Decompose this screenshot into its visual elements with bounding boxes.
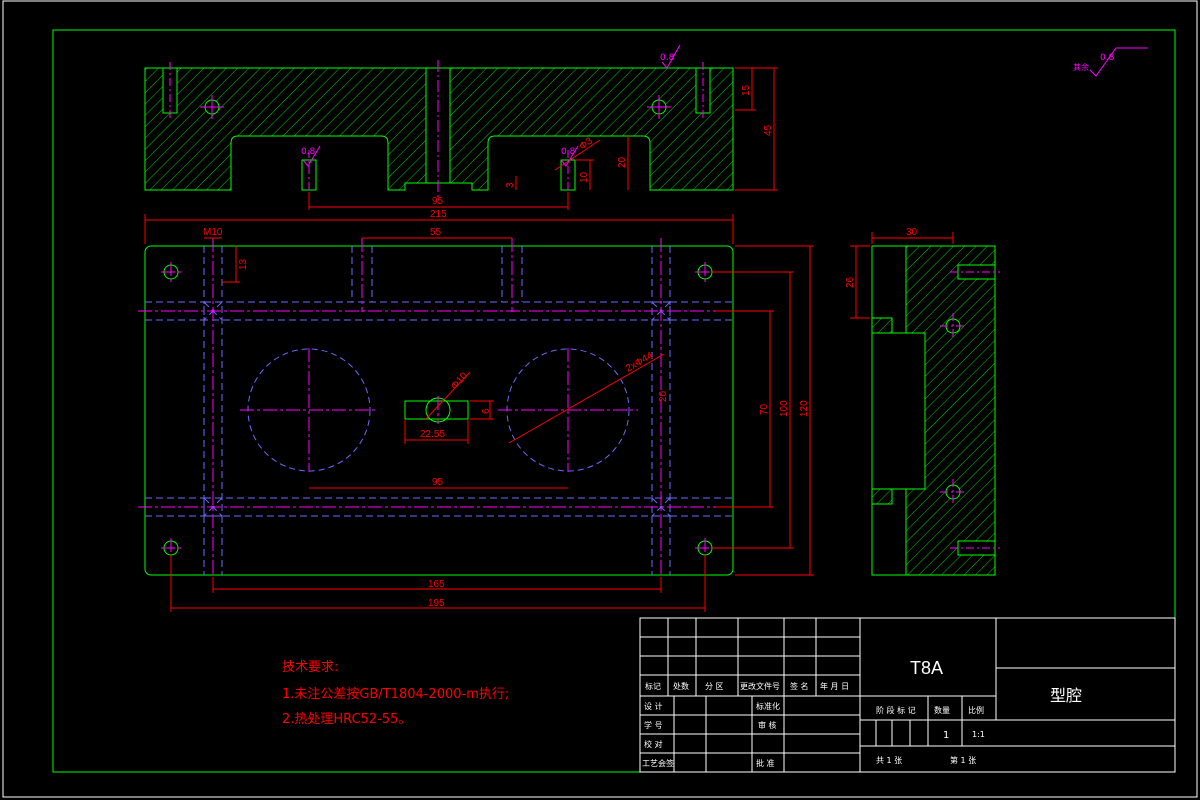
tech-notes-line2: 2.热处理HRC52-55。 — [282, 712, 411, 727]
dim-plan-215: 215 — [430, 209, 447, 220]
dim-front-45: 45 — [763, 124, 774, 136]
title-block-text: 标记 处数 分 区 更改文件号 签 名 年 月 日 设 计 标准化 学 号 审 … — [642, 681, 985, 768]
side-view — [871, 245, 1000, 576]
dim-front-phi3: Φ3 — [577, 135, 595, 152]
dim-plan-100: 100 — [779, 400, 790, 417]
dim-plan-165: 165 — [428, 579, 445, 590]
tb-row-draw: 审 核 — [758, 720, 777, 730]
roughness-hole-right: 0.8 — [561, 147, 576, 157]
roughness-general-value: 0.8 — [1100, 53, 1115, 63]
dim-front-95: 95 — [432, 196, 444, 207]
tb-sheet-total: 共 1 张 — [876, 756, 902, 765]
dim-side-26: 26 — [845, 276, 856, 288]
dim-plan-6: 6 — [481, 408, 492, 414]
technical-requirements: 技术要求: 1.未注公差按GB/T1804-2000-m执行; 2.热处理HRC… — [282, 660, 509, 727]
tb-row-audit: 学 号 — [644, 720, 663, 730]
tech-notes-heading: 技术要求: — [282, 660, 338, 675]
dim-front-3: 3 — [505, 182, 516, 188]
tb-col-mark: 标记 — [645, 681, 661, 691]
tb-stage-label: 阶 段 标 记 — [876, 705, 916, 715]
tb-row-check: 校 对 — [644, 739, 663, 749]
dim-plan-phi10: Φ10 — [449, 370, 470, 392]
tb-col-date: 年 月 日 — [820, 681, 849, 691]
tb-col-count: 处数 — [673, 681, 689, 691]
plan-view — [138, 238, 740, 582]
plan-outline — [144, 245, 734, 576]
cad-drawing-sheet: 95 45 15 20 10 3 Φ3 0.8 0.8 0.8 其余 0.8 2… — [2, 0, 1198, 798]
title-block — [639, 617, 1176, 773]
plan-dimensions — [144, 214, 814, 612]
tb-scale: 1:1 — [972, 730, 985, 739]
tb-row-std: 标准化 — [756, 701, 780, 711]
tech-notes-line1: 1.未注公差按GB/T1804-2000-m执行; — [282, 687, 509, 702]
dim-plan-20: 20 — [658, 390, 669, 402]
dim-plan-13: 13 — [238, 258, 249, 270]
tb-scale-label: 比例 — [968, 705, 984, 715]
roughness-general-prefix: 其余 — [1073, 62, 1089, 72]
tb-row-approve: 批 准 — [756, 758, 775, 768]
dim-plan-2xphi44: 2xΦ44 — [624, 350, 656, 375]
tb-row-process: 工艺会签 — [642, 758, 674, 768]
dim-plan-m10: M10 — [203, 227, 223, 238]
tb-qty-label: 数量 — [934, 705, 950, 715]
dim-front-15: 15 — [741, 84, 752, 96]
tb-col-zone: 分 区 — [705, 682, 724, 691]
roughness-top: 0.8 — [660, 53, 675, 63]
dim-side-30: 30 — [906, 227, 918, 238]
plan-dimension-labels: 215 M10 13 55 2xΦ44 Φ10 6 22.55 95 20 70… — [203, 209, 810, 609]
front-section-view — [144, 60, 734, 200]
dim-plan-22-55: 22.55 — [420, 429, 445, 440]
dim-plan-70: 70 — [759, 403, 770, 415]
tb-sheet-number: 第 1 张 — [950, 755, 976, 765]
dim-front-20: 20 — [617, 156, 628, 168]
dim-plan-195: 195 — [428, 598, 445, 609]
roughness-hole-left: 0.8 — [301, 147, 316, 157]
tb-row-design: 设 计 — [644, 701, 663, 711]
tb-quantity: 1 — [943, 730, 949, 741]
tb-part-name: 型腔 — [1050, 686, 1082, 705]
tb-material: T8A — [910, 658, 943, 678]
dim-plan-120: 120 — [799, 400, 810, 417]
dim-plan-95: 95 — [432, 477, 444, 488]
tb-col-doc: 更改文件号 — [740, 681, 780, 691]
dim-front-10: 10 — [579, 171, 590, 183]
dim-plan-55: 55 — [430, 227, 442, 238]
tb-col-sign: 签 名 — [790, 681, 809, 691]
